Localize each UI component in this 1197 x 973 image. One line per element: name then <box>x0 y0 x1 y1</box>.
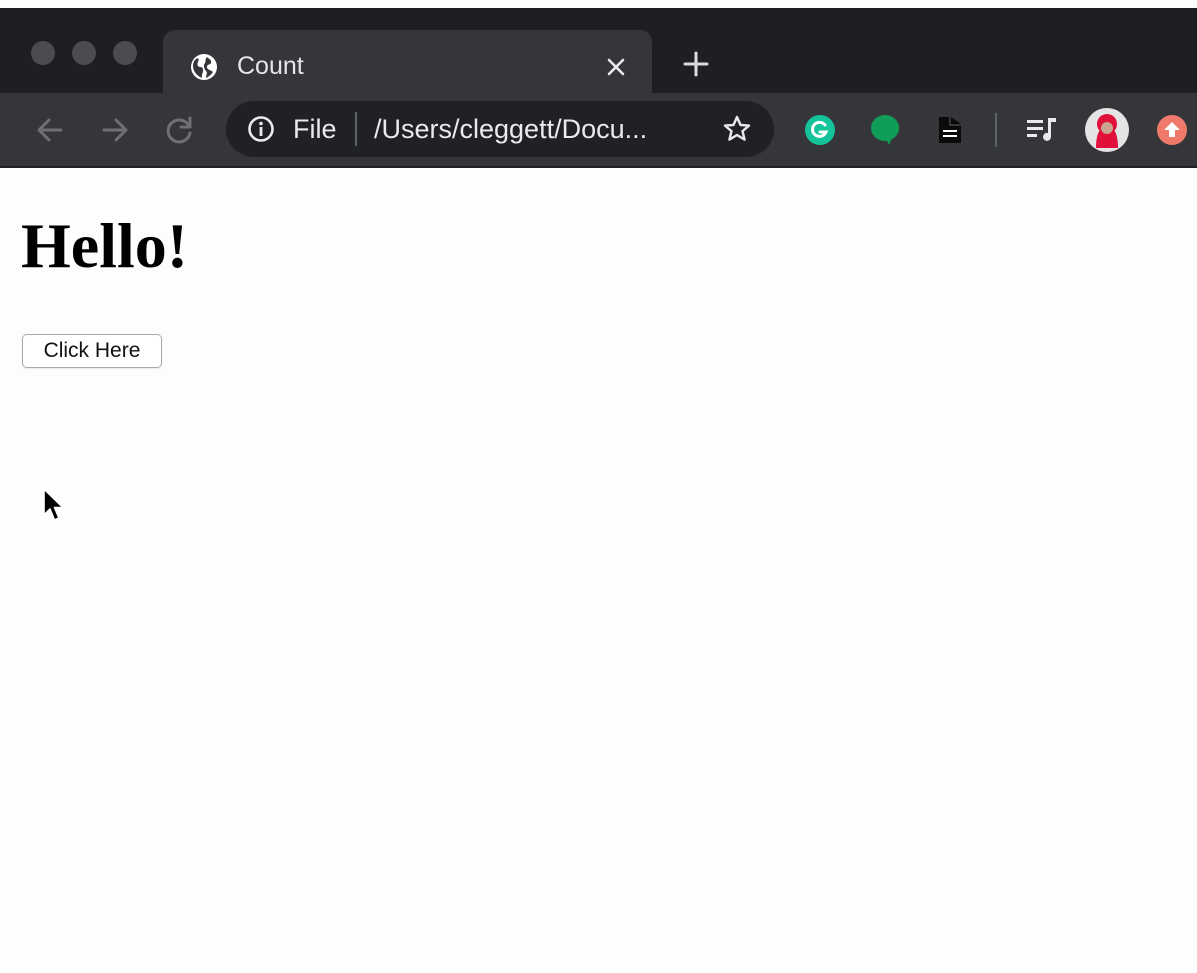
minimize-window-button[interactable] <box>72 41 96 65</box>
bookmark-star-icon[interactable] <box>722 114 752 144</box>
url-text[interactable]: /Users/cleggett/Docu... <box>374 113 647 145</box>
grammarly-icon[interactable] <box>804 114 836 146</box>
tab-title: Count <box>237 52 304 80</box>
window-edge <box>0 0 1197 8</box>
forward-arrow-icon[interactable] <box>99 114 131 146</box>
browser-window: Count File /Users/cleggett/Docu... Hello… <box>0 0 1197 973</box>
info-icon[interactable] <box>247 115 275 143</box>
omnibox-divider <box>355 112 357 146</box>
upload-icon[interactable] <box>1156 114 1188 146</box>
reload-icon[interactable] <box>164 114 196 146</box>
chat-bubble-icon[interactable] <box>870 114 900 146</box>
profile-avatar[interactable] <box>1084 107 1130 153</box>
close-window-button[interactable] <box>31 41 55 65</box>
new-tab-icon[interactable] <box>682 50 710 78</box>
document-icon[interactable] <box>937 115 963 145</box>
browser-toolbar: File /Users/cleggett/Docu... <box>0 93 1197 167</box>
page-heading: Hello! <box>21 210 189 281</box>
address-bar[interactable]: File /Users/cleggett/Docu... <box>226 101 774 157</box>
media-queue-icon[interactable] <box>1026 115 1058 145</box>
click-here-button[interactable]: Click Here <box>22 334 162 368</box>
maximize-window-button[interactable] <box>113 41 137 65</box>
web-page-content: Hello! Click Here <box>0 168 1197 973</box>
globe-icon <box>191 54 217 80</box>
tab-count[interactable]: Count <box>163 30 652 101</box>
url-scheme-label: File <box>293 114 337 144</box>
mouse-cursor-icon <box>43 488 64 521</box>
back-arrow-icon[interactable] <box>34 114 66 146</box>
toolbar-divider <box>995 113 997 147</box>
close-icon[interactable] <box>603 54 629 80</box>
tab-bar: Count <box>0 8 1197 101</box>
